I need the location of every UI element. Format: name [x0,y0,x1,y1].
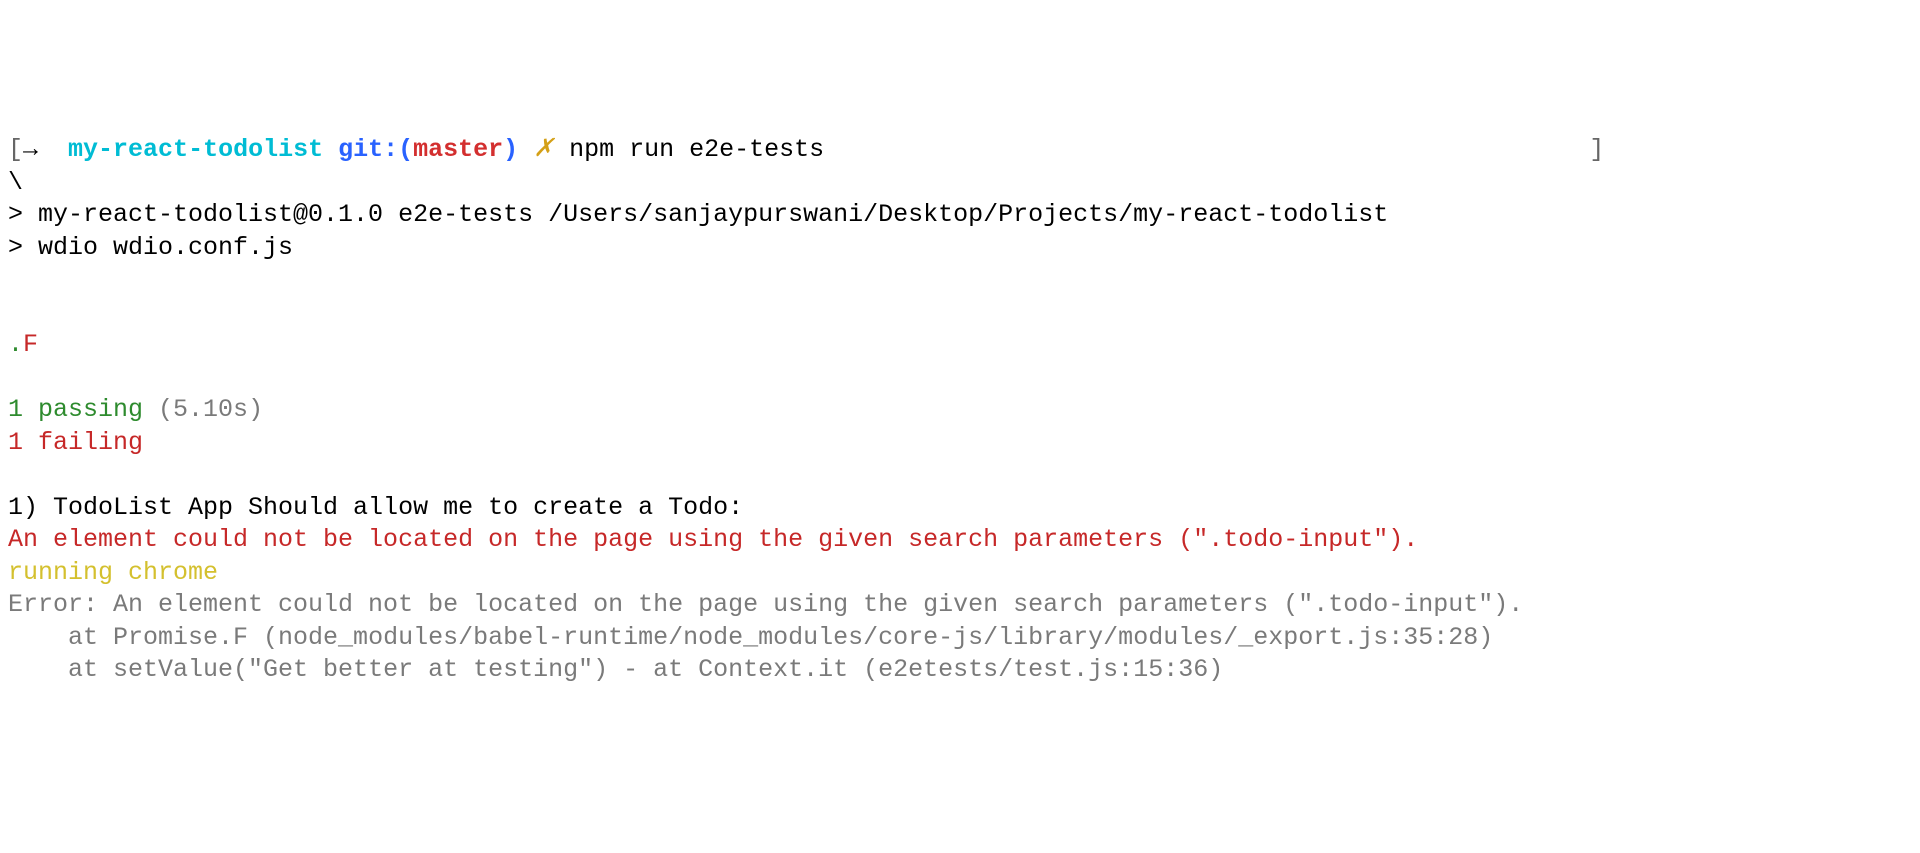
running-browser: running chrome [8,557,1912,590]
git-branch: master [413,135,503,164]
passing-summary: 1 passing (5.10s) [8,394,1912,427]
failing-summary: 1 failing [8,427,1912,460]
failure-title: 1) TodoList App Should allow me to creat… [8,492,1912,525]
blank-line [8,362,1912,395]
continuation-line: \ [8,167,1912,200]
stack-trace-line-2: at Promise.F (node_modules/babel-runtime… [8,622,1912,655]
bracket-close: ] [1589,135,1604,164]
blank-line [8,297,1912,330]
directory-name: my-react-todolist [68,135,323,164]
blank-line [8,264,1912,297]
prompt-line: [→ my-react-todolist git:(master) ✗ npm … [8,134,1912,167]
stack-trace-line-3: at setValue("Get better at testing") - a… [8,654,1912,687]
git-label: git:( [338,135,413,164]
passing-time: (5.10s) [143,395,263,424]
spec-pass-dot: . [8,330,23,359]
npm-script-line-2: > wdio wdio.conf.js [8,232,1912,265]
spec-progress: .F [8,329,1912,362]
command-text: npm run e2e-tests [569,135,824,164]
bracket-open: [ [8,135,23,164]
blank-line [8,459,1912,492]
passing-count: 1 [8,395,23,424]
dirty-mark-icon: ✗ [533,135,554,164]
spec-fail-f: F [23,330,38,359]
failure-message: An element could not be located on the p… [8,524,1912,557]
failing-label: failing [23,428,143,457]
passing-label: passing [23,395,143,424]
stack-trace-line-1: Error: An element could not be located o… [8,589,1912,622]
arrow-icon: → [23,135,38,164]
git-close: ) [503,135,518,164]
npm-script-line-1: > my-react-todolist@0.1.0 e2e-tests /Use… [8,199,1912,232]
failing-count: 1 [8,428,23,457]
terminal-output: [→ my-react-todolist git:(master) ✗ npm … [8,134,1912,687]
